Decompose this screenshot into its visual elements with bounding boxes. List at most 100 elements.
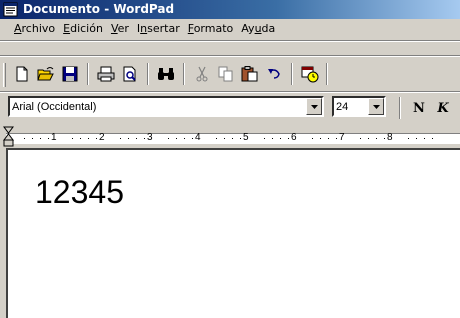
font-size-dropdown-button[interactable] [368,98,384,115]
menu-bar: Archivo Edición Ver Insertar Formato Ayuda [0,20,460,38]
ruler-tick [88,138,89,139]
find-icon [157,66,175,82]
chevron-down-icon [372,104,380,109]
ruler-number: 8 [387,132,393,143]
menu-archivo[interactable]: Archivo [0,20,59,38]
new-button[interactable] [10,61,33,87]
save-icon [62,66,78,82]
indent-marker-icon[interactable] [3,126,14,148]
print-preview-icon [122,66,138,82]
ruler-number: 3 [147,132,153,143]
toolbar-separator [291,63,293,85]
document-area[interactable]: 12345 [6,148,460,318]
ruler[interactable]: 1 2 3 4 5 6 7 8 [0,126,460,150]
paste-icon [241,66,259,82]
ruler-tick [424,138,425,139]
font-size-combo[interactable]: 24 [332,96,386,117]
ruler-tick [312,138,313,139]
toolbar-separator [87,63,89,85]
print-preview-button[interactable] [118,61,141,87]
ruler-tick [168,138,169,139]
toolbar-bottom-separator [0,91,460,93]
cut-button[interactable] [190,61,213,87]
ruler-number: 2 [99,132,105,143]
ruler-tick [376,138,377,139]
font-name-combo[interactable]: Arial (Occidental) [8,96,324,117]
menu-insertar[interactable]: Insertar [133,20,184,38]
ruler-tick [272,138,273,139]
menu-formato[interactable]: Formato [184,20,238,38]
ruler-number: 1 [51,132,57,143]
ruler-tick [24,138,25,139]
ruler-tick [232,138,233,139]
save-button[interactable] [58,61,81,87]
toolbar-separator [399,97,401,119]
ruler-number: 6 [291,132,297,143]
ruler-tick [120,138,121,139]
print-button[interactable] [94,61,117,87]
undo-icon [266,66,282,82]
ruler-tick [320,138,321,139]
ruler-tick [192,138,193,139]
copy-button[interactable] [214,61,237,87]
menu-ayuda[interactable]: Ayuda [237,20,279,38]
ruler-tick [72,138,73,139]
bold-button[interactable]: N [408,97,430,119]
ruler-number: 5 [243,132,249,143]
paste-button[interactable] [238,61,261,87]
wordpad-app-icon[interactable] [3,2,18,17]
open-button[interactable] [34,61,57,87]
ruler-tick [32,138,33,139]
print-icon [97,66,115,82]
ruler-tick [432,138,433,139]
insert-datetime-icon [301,66,319,83]
ruler-tick [360,138,361,139]
ruler-tick [280,138,281,139]
find-button[interactable] [154,61,177,87]
ruler-tick [40,138,41,139]
menu-ver[interactable]: Ver [107,20,133,38]
ruler-tick [80,138,81,139]
ruler-tick [416,138,417,139]
ruler-tick [336,138,337,139]
document-text[interactable]: 12345 [35,174,124,210]
undo-button[interactable] [262,61,285,87]
title-bar: Documento - WordPad [0,0,460,19]
ruler-number: 4 [195,132,201,143]
italic-button[interactable]: K [432,97,454,119]
ruler-tick [288,138,289,139]
ruler-number: 7 [339,132,345,143]
insert-datetime-button[interactable] [298,61,321,87]
ruler-tick [216,138,217,139]
ruler-tick [48,138,49,139]
ruler-tick [176,138,177,139]
font-dropdown-button[interactable] [306,98,322,115]
ruler-tick [408,138,409,139]
toolbar-separator [326,63,328,85]
ruler-tick [264,138,265,139]
ruler-tick [136,138,137,139]
ruler-tick [368,138,369,139]
ruler-tick [224,138,225,139]
ruler-tick [96,138,97,139]
ruler-tick [384,138,385,139]
ruler-tick [184,138,185,139]
toolbar-separator [147,63,149,85]
cut-icon [195,66,209,82]
window-title: Documento - WordPad [23,2,175,16]
format-toolbar: Arial (Occidental) 24 N K [0,96,460,120]
ruler-tick [240,138,241,139]
open-icon [36,66,55,82]
font-size-value: 24 [336,101,349,113]
chevron-down-icon [310,104,318,109]
menu-edicion[interactable]: Edición [59,20,107,38]
ruler-tick [328,138,329,139]
new-icon [14,66,30,82]
ruler-tick [144,138,145,139]
toolbar-grip[interactable] [3,63,6,87]
toolbar-separator [183,63,185,85]
menu-separator [0,40,460,42]
copy-icon [218,66,234,82]
toolbar-top-separator [0,55,460,57]
ruler-tick [128,138,129,139]
